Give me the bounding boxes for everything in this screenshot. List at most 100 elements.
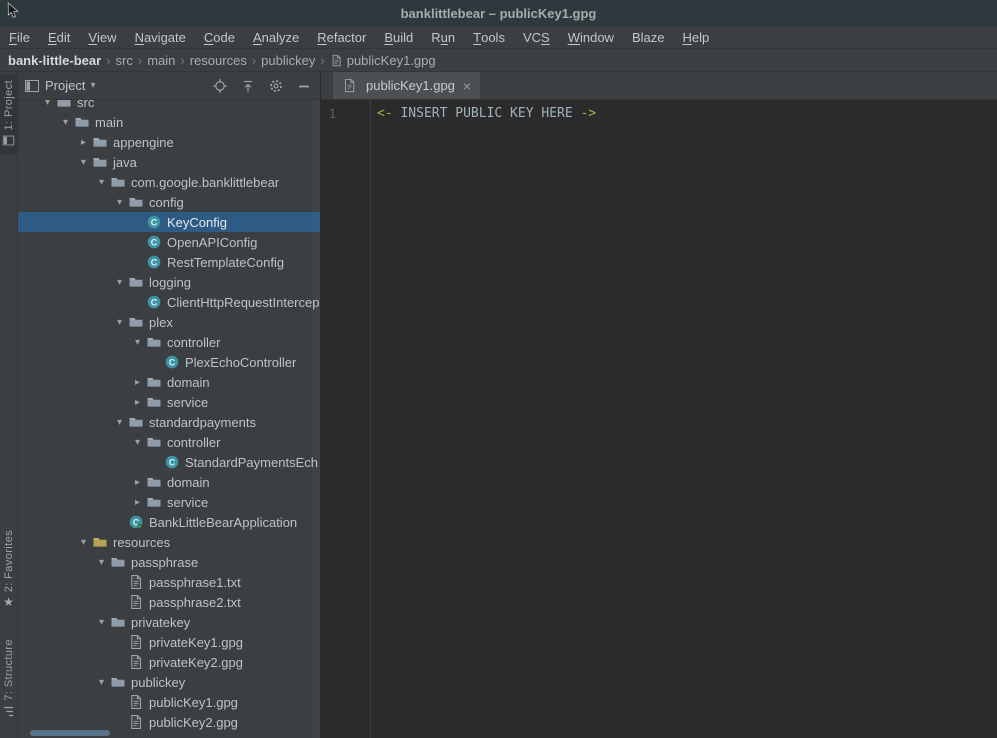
tree-item-publickey2-gpg[interactable]: publicKey2.gpg bbox=[18, 712, 320, 732]
chevron-expanded-icon[interactable]: ▾ bbox=[129, 437, 146, 448]
tree-item-standardpaymentsech[interactable]: CStandardPaymentsEch bbox=[18, 452, 320, 472]
breadcrumb: bank-little-bear›src›main›resources›publ… bbox=[0, 49, 997, 72]
menu-navigate[interactable]: Navigate bbox=[126, 27, 195, 48]
tree-item-java[interactable]: ▾java bbox=[18, 152, 320, 172]
tree-item-clienthttprequestintercep[interactable]: CClientHttpRequestIntercep bbox=[18, 292, 320, 312]
hide-icon[interactable] bbox=[296, 78, 312, 94]
tree-item-privatekey1-gpg[interactable]: privateKey1.gpg bbox=[18, 632, 320, 652]
stripe-button-label: 1: Project bbox=[3, 80, 15, 130]
menu-view[interactable]: View bbox=[79, 27, 125, 48]
tree-item-keyconfig[interactable]: CKeyConfig bbox=[18, 212, 320, 232]
chevron-expanded-icon[interactable]: ▾ bbox=[93, 177, 110, 188]
breadcrumb-item-resources[interactable]: resources bbox=[190, 53, 247, 68]
chevron-expanded-icon[interactable]: ▾ bbox=[75, 537, 92, 548]
chevron-expanded-icon[interactable]: ▾ bbox=[75, 157, 92, 168]
tree-item-logging[interactable]: ▾logging bbox=[18, 272, 320, 292]
chevron-collapsed-icon[interactable]: ▸ bbox=[75, 137, 92, 148]
menu-code[interactable]: Code bbox=[195, 27, 244, 48]
svg-text:C: C bbox=[151, 237, 158, 247]
collapse-all-icon[interactable] bbox=[240, 78, 256, 94]
tree-item-config[interactable]: ▾config bbox=[18, 192, 320, 212]
menu-file[interactable]: File bbox=[0, 27, 39, 48]
breadcrumb-item-publickey1-gpg[interactable]: publicKey1.gpg bbox=[330, 52, 436, 68]
tree-item-plexechocontroller[interactable]: CPlexEchoController bbox=[18, 352, 320, 372]
tree-vertical-scrollbar[interactable] bbox=[312, 100, 320, 738]
tree-item-domain[interactable]: ▸domain bbox=[18, 472, 320, 492]
chevron-expanded-icon[interactable]: ▾ bbox=[93, 617, 110, 628]
chevron-expanded-icon[interactable]: ▾ bbox=[111, 317, 128, 328]
chevron-expanded-icon[interactable]: ▾ bbox=[39, 100, 56, 108]
code-token-arrow-open: <- bbox=[377, 106, 393, 121]
tree-item-privatekey2-gpg[interactable]: privateKey2.gpg bbox=[18, 652, 320, 672]
chevron-collapsed-icon[interactable]: ▸ bbox=[129, 397, 146, 408]
editor-content[interactable]: <- INSERT PUBLIC KEY HERE -> bbox=[371, 100, 997, 738]
tree-item-banklittlebearapplication[interactable]: CBankLittleBearApplication bbox=[18, 512, 320, 532]
breadcrumb-item-main[interactable]: main bbox=[147, 53, 175, 68]
tree-item-controller[interactable]: ▾controller bbox=[18, 332, 320, 352]
tree-item-service[interactable]: ▸service bbox=[18, 492, 320, 512]
tree-item-main[interactable]: ▾ main bbox=[18, 112, 320, 132]
chevron-expanded-icon[interactable]: ▾ bbox=[111, 197, 128, 208]
project-view-selector[interactable]: Project ▾ bbox=[24, 78, 96, 94]
menu-vcs[interactable]: VCS bbox=[514, 27, 559, 48]
tree-item-privatekey[interactable]: ▾privatekey bbox=[18, 612, 320, 632]
breadcrumb-item-bank-little-bear[interactable]: bank-little-bear bbox=[8, 53, 101, 68]
tree-item-label: passphrase1.txt bbox=[146, 575, 241, 590]
mouse-cursor-icon bbox=[7, 2, 19, 19]
menu-build[interactable]: Build bbox=[375, 27, 422, 48]
tree-item-controller[interactable]: ▾controller bbox=[18, 432, 320, 452]
chevron-expanded-icon[interactable]: ▾ bbox=[57, 117, 74, 128]
chevron-collapsed-icon[interactable]: ▸ bbox=[129, 477, 146, 488]
chevron-expanded-icon[interactable]: ▾ bbox=[111, 417, 128, 428]
menu-tools[interactable]: Tools bbox=[464, 27, 514, 48]
stripe-button-7-structure[interactable]: 7: Structure bbox=[0, 634, 17, 726]
chevron-expanded-icon[interactable]: ▾ bbox=[93, 557, 110, 568]
tree-item-publickey1-gpg[interactable]: publicKey1.gpg bbox=[18, 692, 320, 712]
tree-item-passphrase1-txt[interactable]: passphrase1.txt bbox=[18, 572, 320, 592]
tree-item-src[interactable]: ▾src bbox=[18, 100, 320, 112]
tree-item-label: StandardPaymentsEch bbox=[182, 455, 318, 470]
project-toolbar-actions bbox=[212, 78, 312, 94]
tree-item-label: standardpayments bbox=[146, 415, 256, 430]
class-icon: C bbox=[164, 354, 182, 370]
tree-item-openapiconfig[interactable]: COpenAPIConfig bbox=[18, 232, 320, 252]
breadcrumb-item-src[interactable]: src bbox=[116, 53, 133, 68]
runnable-class-icon: C bbox=[128, 514, 146, 530]
folder-icon bbox=[74, 114, 92, 130]
svg-text:C: C bbox=[151, 297, 158, 307]
chevron-expanded-icon[interactable]: ▾ bbox=[129, 337, 146, 348]
tree-item-passphrase[interactable]: ▾passphrase bbox=[18, 552, 320, 572]
breadcrumb-item-publickey[interactable]: publickey bbox=[261, 53, 315, 68]
tree-horizontal-scrollbar-thumb[interactable] bbox=[30, 730, 110, 736]
tree-item-plex[interactable]: ▾plex bbox=[18, 312, 320, 332]
tree-item-com-google-banklittlebear[interactable]: ▾com.google.banklittlebear bbox=[18, 172, 320, 192]
tree-item-standardpayments[interactable]: ▾ standardpayments bbox=[18, 412, 320, 432]
tab-publickey1-gpg[interactable]: publicKey1.gpg × bbox=[333, 72, 480, 99]
chevron-expanded-icon[interactable]: ▾ bbox=[111, 277, 128, 288]
stripe-button-1-project[interactable]: 1: Project bbox=[0, 75, 17, 155]
menu-run[interactable]: Run bbox=[422, 27, 464, 48]
menu-analyze[interactable]: Analyze bbox=[244, 27, 308, 48]
tree-item-appengine[interactable]: ▸appengine bbox=[18, 132, 320, 152]
tree-item-domain[interactable]: ▸domain bbox=[18, 372, 320, 392]
tree-item-label: main bbox=[92, 115, 123, 130]
menu-help[interactable]: Help bbox=[673, 27, 718, 48]
menu-edit[interactable]: Edit bbox=[39, 27, 79, 48]
tree-item-publickey[interactable]: ▾publickey bbox=[18, 672, 320, 692]
tree-item-passphrase2-txt[interactable]: passphrase2.txt bbox=[18, 592, 320, 612]
tab-close-icon[interactable]: × bbox=[463, 79, 471, 93]
tree-item-label: KeyConfig bbox=[164, 215, 227, 230]
locate-icon[interactable] bbox=[212, 78, 228, 94]
chevron-collapsed-icon[interactable]: ▸ bbox=[129, 377, 146, 388]
tree-item-resttemplateconfig[interactable]: CRestTemplateConfig bbox=[18, 252, 320, 272]
tree-item-service[interactable]: ▸service bbox=[18, 392, 320, 412]
menu-blaze[interactable]: Blaze bbox=[623, 27, 674, 48]
menu-window[interactable]: Window bbox=[559, 27, 623, 48]
chevron-collapsed-icon[interactable]: ▸ bbox=[129, 497, 146, 508]
chevron-expanded-icon[interactable]: ▾ bbox=[93, 677, 110, 688]
breadcrumb-label: src bbox=[116, 53, 133, 68]
menu-refactor[interactable]: Refactor bbox=[308, 27, 375, 48]
tree-item-resources[interactable]: ▾resources bbox=[18, 532, 320, 552]
settings-icon[interactable] bbox=[268, 78, 284, 94]
stripe-button-2-favorites[interactable]: 2: Favorites★ bbox=[0, 525, 17, 614]
